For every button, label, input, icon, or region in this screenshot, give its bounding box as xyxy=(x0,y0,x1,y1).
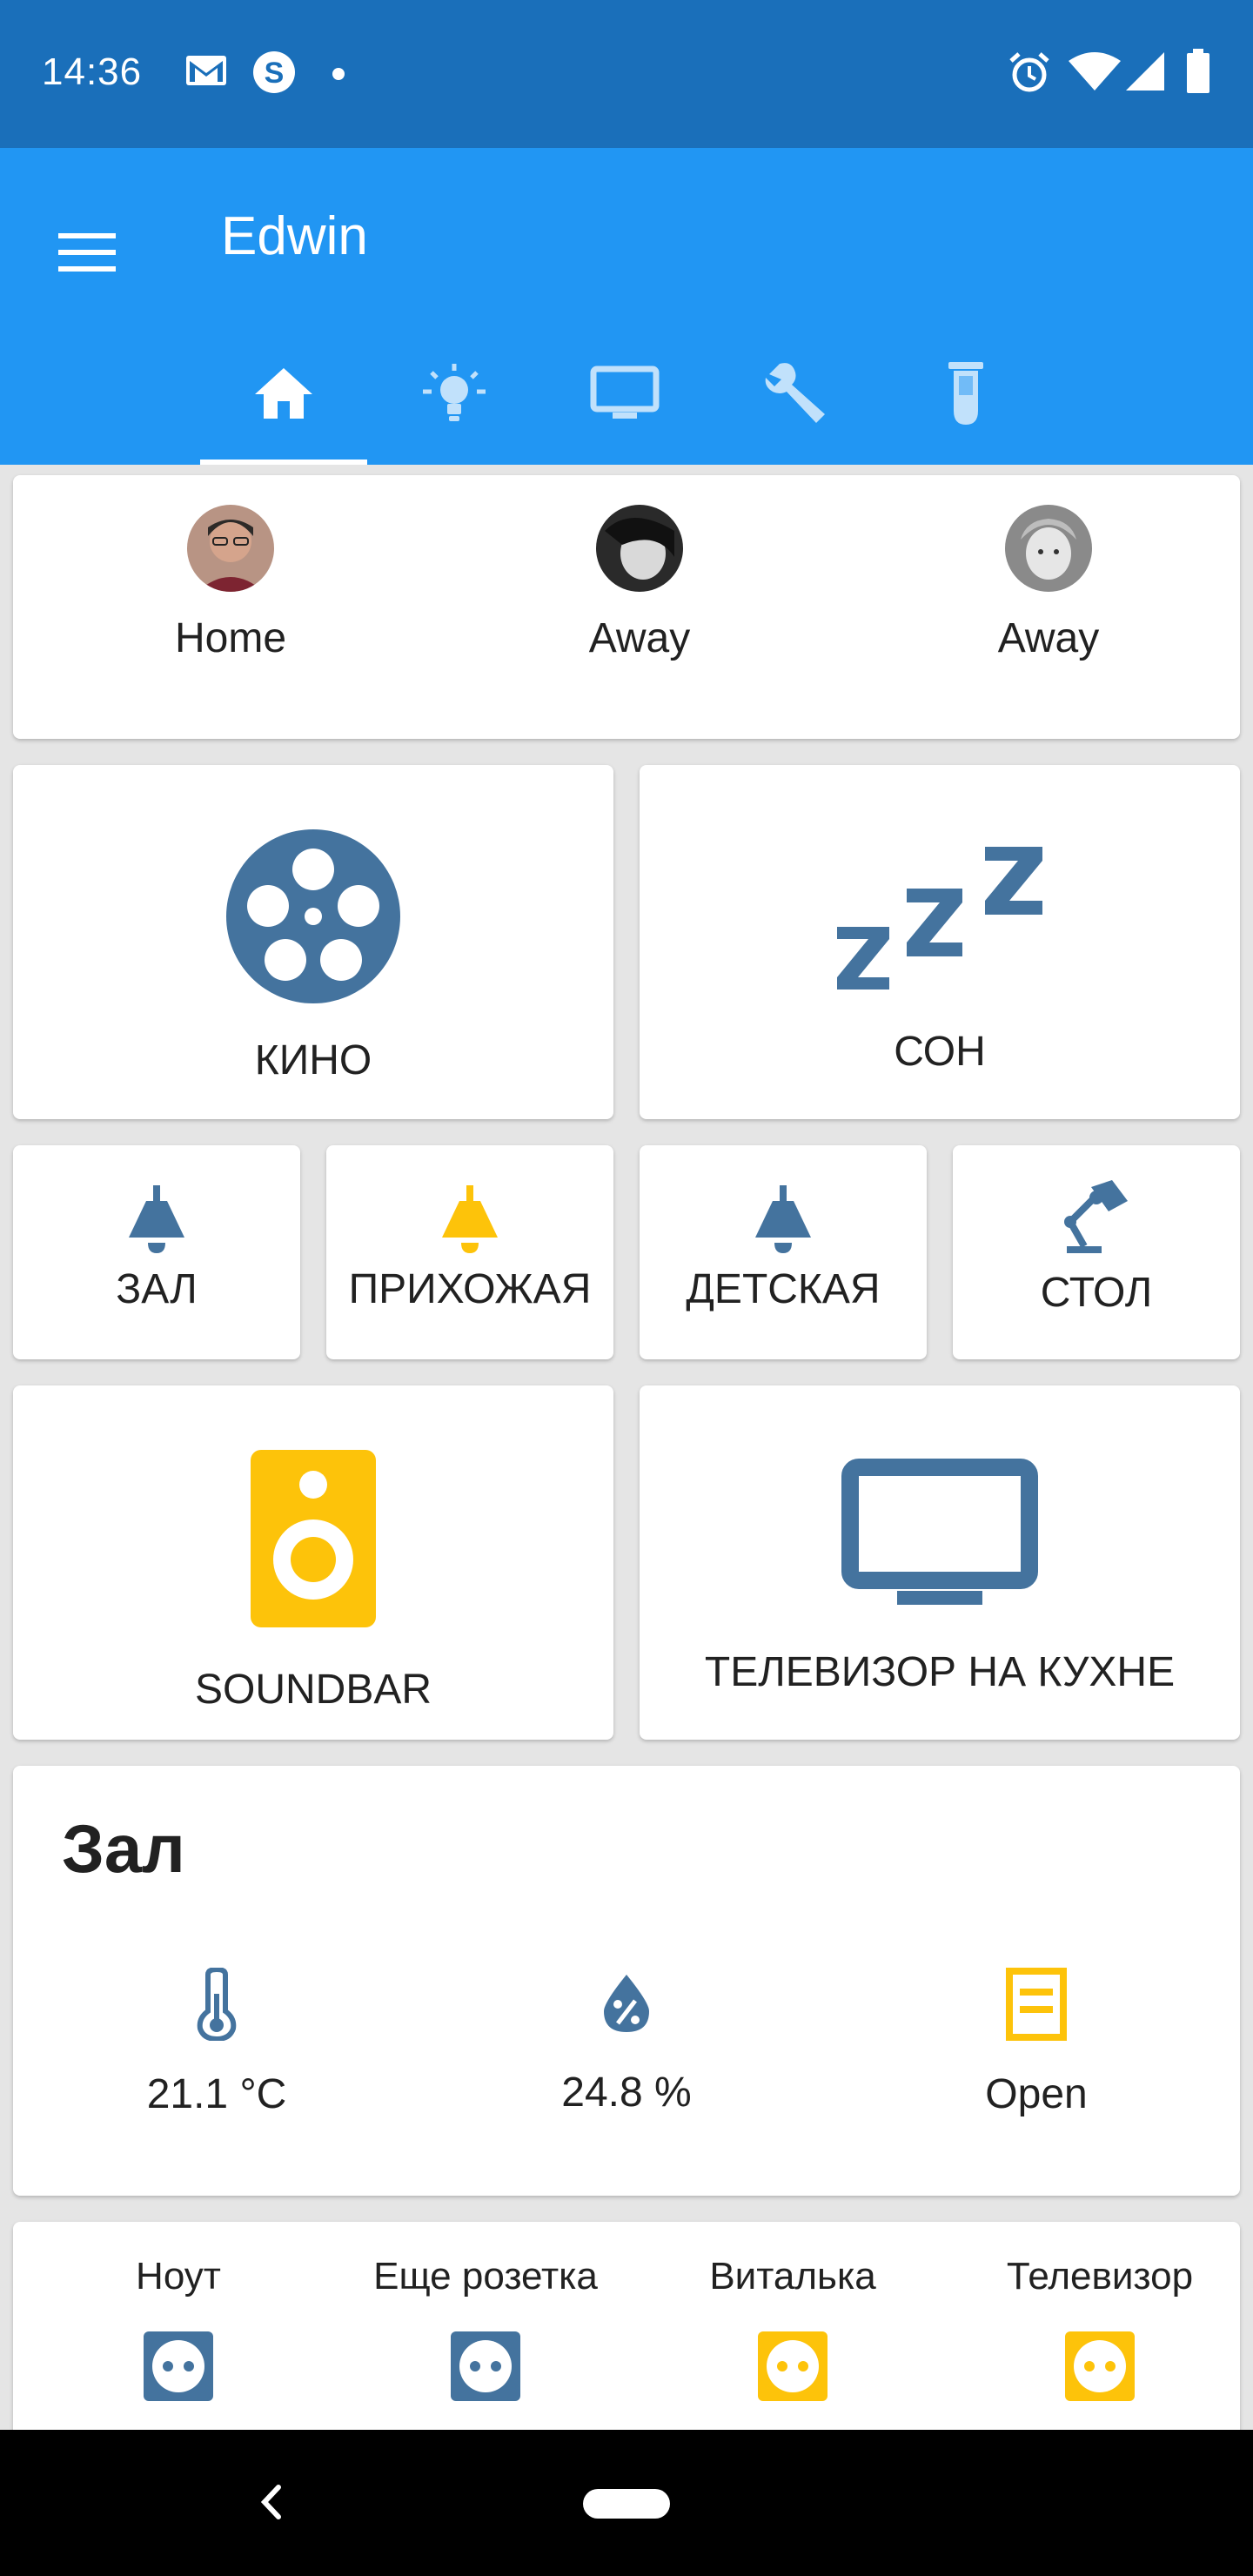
power-socket-icon xyxy=(1065,2331,1135,2401)
desk-lamp-icon xyxy=(1064,1180,1128,1253)
test-tube-icon xyxy=(948,362,983,425)
signal-icon xyxy=(1126,52,1164,95)
back-button[interactable] xyxy=(254,2480,289,2528)
light-zal-button[interactable]: ЗАЛ xyxy=(13,1145,300,1359)
alarm-icon xyxy=(1008,50,1051,98)
window-open-icon xyxy=(1006,1968,1067,2041)
avatar xyxy=(187,505,274,592)
tab-home[interactable] xyxy=(198,322,369,465)
power-socket-icon xyxy=(144,2331,213,2401)
outlet-label: Телевизор xyxy=(1006,2255,1194,2298)
outlet-label: Еще розетка xyxy=(373,2255,598,2298)
tab-media[interactable] xyxy=(539,322,710,465)
skype-icon: S xyxy=(251,49,298,100)
outlet-televizor[interactable]: Телевизор xyxy=(952,2222,1248,2401)
ceiling-light-icon xyxy=(442,1185,498,1253)
light-stol-button[interactable]: СТОЛ xyxy=(953,1145,1240,1359)
avatar xyxy=(1005,505,1092,592)
outlet-label: Виталька xyxy=(709,2255,876,2298)
app-bar: Edwin xyxy=(0,148,1253,465)
view-tabs xyxy=(198,322,1051,465)
person-2[interactable]: Away xyxy=(435,475,844,739)
outlet-eshche-rozetka[interactable]: Еще розетка xyxy=(338,2222,633,2401)
people-card: Home Away Away xyxy=(13,475,1240,739)
scene-label: КИНО xyxy=(254,1037,372,1083)
tv-kitchen-button[interactable]: ТЕЛЕВИЗОР НА КУХНЕ xyxy=(640,1385,1240,1740)
home-pill-button[interactable] xyxy=(583,2489,670,2523)
tab-lights[interactable] xyxy=(369,322,539,465)
home-pill-icon xyxy=(583,2489,670,2519)
sensor-temperature[interactable]: 21.1 °C xyxy=(43,1766,391,2118)
light-detskaya-button[interactable]: ДЕТСКАЯ xyxy=(640,1145,927,1359)
scene-kino-button[interactable]: КИНО xyxy=(13,765,613,1119)
gmail-icon xyxy=(184,52,228,95)
light-label: СТОЛ xyxy=(1040,1270,1153,1316)
person-state: Away xyxy=(588,615,691,661)
outlet-noot[interactable]: Ноут xyxy=(30,2222,326,2401)
media-label: SOUNDBAR xyxy=(194,1667,432,1713)
person-state: Home xyxy=(174,615,287,661)
sensor-window[interactable]: Open xyxy=(862,1766,1210,2118)
speaker-icon xyxy=(251,1450,376,1627)
person-3[interactable]: Away xyxy=(844,475,1253,739)
scene-label: СОН xyxy=(894,1029,986,1075)
back-chevron-icon xyxy=(260,2485,281,2519)
battery-icon xyxy=(1185,49,1211,98)
light-prikhozhaya-button[interactable]: ПРИХОЖАЯ xyxy=(326,1145,613,1359)
tv-icon xyxy=(841,1459,1038,1605)
film-reel-icon xyxy=(226,829,400,1003)
wifi-icon xyxy=(1069,52,1121,97)
tab-tools[interactable] xyxy=(710,322,881,465)
wrench-icon xyxy=(765,363,825,423)
media-label: ТЕЛЕВИЗОР НА КУХНЕ xyxy=(704,1649,1176,1695)
person-state: Away xyxy=(997,615,1100,661)
outlet-label: Ноут xyxy=(136,2255,221,2298)
light-label: ДЕТСКАЯ xyxy=(686,1266,881,1312)
power-socket-icon xyxy=(758,2331,828,2401)
status-time: 14:36 xyxy=(42,50,143,93)
scene-son-button[interactable]: СОН xyxy=(640,765,1240,1119)
tab-lab[interactable] xyxy=(881,322,1051,465)
page-title: Edwin xyxy=(221,206,368,266)
water-percent-icon xyxy=(604,1975,649,2032)
ceiling-light-icon xyxy=(129,1185,184,1253)
svg-text:S: S xyxy=(265,57,285,90)
menu-button[interactable] xyxy=(35,209,139,296)
status-bar: 14:36 S xyxy=(0,0,1253,148)
room-card-zal: Зал 21.1 °C 24.8 % Open xyxy=(13,1766,1240,2196)
hamburger-icon xyxy=(58,233,116,272)
sensor-value: 24.8 % xyxy=(561,2070,692,2116)
light-label: ЗАЛ xyxy=(116,1266,198,1312)
ceiling-light-icon xyxy=(755,1185,811,1253)
notification-dot-icon xyxy=(332,68,345,84)
sensor-humidity[interactable]: 24.8 % xyxy=(452,1766,801,2116)
light-label: ПРИХОЖАЯ xyxy=(348,1266,592,1312)
avatar xyxy=(596,505,683,592)
home-icon xyxy=(255,368,312,419)
app-screen: 14:36 S Edwin Home Away Away КИНО СОН ЗА… xyxy=(0,0,1253,2576)
outlet-vitalka[interactable]: Виталька xyxy=(645,2222,941,2401)
sensor-value: Open xyxy=(985,2071,1088,2117)
lightbulb-icon xyxy=(423,364,486,421)
sleep-zzz-icon xyxy=(837,847,1042,989)
power-socket-icon xyxy=(451,2331,520,2401)
thermometer-icon xyxy=(197,1968,237,2041)
sensor-value: 21.1 °C xyxy=(146,2071,287,2117)
monitor-icon xyxy=(590,366,660,419)
soundbar-button[interactable]: SOUNDBAR xyxy=(13,1385,613,1740)
person-1[interactable]: Home xyxy=(26,475,435,739)
system-nav-bar xyxy=(0,2430,1253,2576)
